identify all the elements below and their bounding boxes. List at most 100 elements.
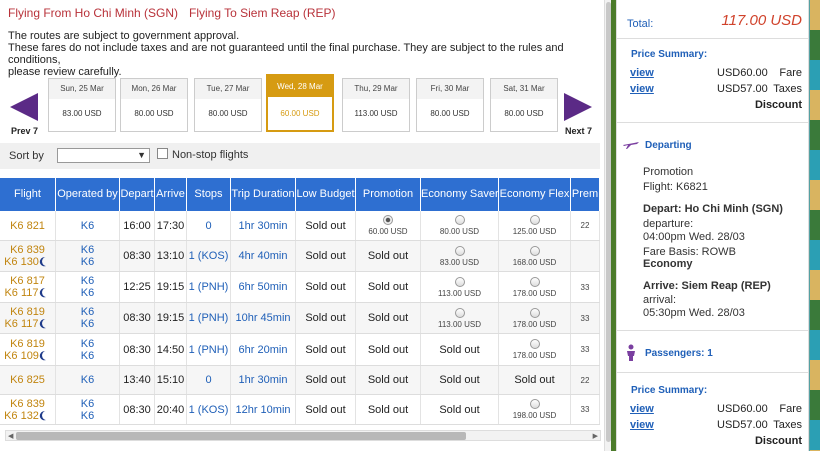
table-row: K6 825 K6 13:40 15:10 0 1hr 30min Sold out Sold…	[0, 366, 600, 395]
date-label: Sat, 31 Mar	[491, 79, 557, 99]
background-strip	[810, 0, 820, 451]
flight-number[interactable]: K6 819	[10, 338, 45, 350]
note-line: These fares do not include taxes and are…	[8, 42, 564, 66]
next-7-button[interactable]: Next 7	[560, 78, 604, 136]
discount-label-2: Discount	[754, 435, 802, 447]
operator: K6	[80, 318, 95, 330]
premium-price: 33	[580, 282, 590, 292]
flight-number[interactable]: K6 130	[4, 256, 39, 268]
passengers-label: Passengers: 1	[645, 348, 713, 359]
trip-duration[interactable]: 1hr 30min	[239, 374, 288, 386]
stops[interactable]: 1 (KOS)	[189, 250, 229, 262]
date-price: 113.00 USD	[354, 109, 398, 118]
flight-number[interactable]: K6 117	[4, 287, 38, 299]
flight-number[interactable]: K6 821	[10, 220, 45, 232]
fare-radio[interactable]	[529, 245, 540, 256]
trip-duration[interactable]: 6hr 50min	[239, 281, 288, 293]
date-price: 83.00 USD	[62, 109, 102, 118]
trip-duration[interactable]: 1hr 30min	[239, 220, 288, 232]
stops[interactable]: 1 (PNH)	[189, 344, 229, 356]
low-budget-status: Sold out	[305, 219, 346, 232]
flight-number[interactable]: K6 132	[4, 410, 39, 422]
view-taxes-link-2[interactable]: view	[630, 419, 654, 431]
fare-radio[interactable]	[383, 215, 393, 225]
departure-time: 04:00pm Wed. 28/03	[643, 231, 745, 243]
horizontal-scrollbar[interactable]: ◀ ▶	[5, 430, 601, 441]
operator: K6	[80, 275, 95, 287]
fare-radio[interactable]	[454, 276, 465, 287]
sort-by-select[interactable]: ▼	[57, 148, 150, 163]
nonstop-checkbox[interactable]	[157, 148, 168, 159]
date-card-3[interactable]: Wed, 28 Mar 60.00 USD	[266, 74, 334, 132]
low-budget-status: Sold out	[305, 281, 346, 293]
scrollbar-thumb[interactable]	[16, 432, 466, 440]
table-cell: 08:30	[120, 395, 155, 424]
fare-radio[interactable]	[454, 245, 465, 256]
stops[interactable]: 0	[205, 220, 211, 232]
fare-radio[interactable]	[529, 399, 540, 409]
table-cell: 1 (PNH)	[187, 303, 231, 333]
table-cell: K6 K6	[56, 303, 120, 333]
fare-radio[interactable]	[529, 215, 540, 225]
table-cell: 12:25	[120, 272, 155, 302]
table-cell: 6hr 20min	[231, 334, 296, 365]
table-row: K6 817 K6 117 K6 K6 12:25 19:15 1 (PNH) 6hr 50m…	[0, 272, 600, 303]
fare-radio[interactable]	[529, 339, 540, 349]
scroll-right-icon[interactable]: ▶	[593, 432, 598, 440]
total-label: Total:	[627, 18, 654, 30]
fare-radio[interactable]	[454, 215, 465, 225]
operator: K6	[80, 287, 95, 299]
stops[interactable]: 1 (KOS)	[189, 404, 229, 416]
premium-price: 33	[580, 345, 590, 354]
fare-price: 168.00 USD	[512, 257, 557, 267]
departing-title: Departing	[645, 140, 692, 151]
nonstop-label[interactable]: Non-stop flights	[172, 149, 248, 161]
table-cell: 0	[187, 211, 231, 240]
flight-number[interactable]: K6 819	[10, 306, 45, 318]
table-cell: K6 825	[0, 366, 56, 394]
flight-number[interactable]: K6 839	[10, 244, 45, 256]
stops[interactable]: 1 (PNH)	[189, 281, 229, 293]
date-card-4[interactable]: Thu, 29 Mar 113.00 USD	[342, 78, 410, 132]
fare-radio[interactable]	[529, 276, 540, 287]
flight-number[interactable]: K6 825	[10, 374, 45, 386]
vertical-scrollbar[interactable]	[604, 0, 611, 451]
stops[interactable]: 0	[205, 374, 211, 386]
sold-out-label: Sold out	[439, 374, 480, 386]
flight-number[interactable]: K6 839	[10, 398, 45, 410]
view-taxes-link[interactable]: view	[630, 83, 654, 95]
trip-duration[interactable]: 10hr 45min	[235, 312, 290, 324]
fare-radio[interactable]	[454, 307, 465, 318]
table-cell: 198.00 USD	[499, 395, 571, 424]
date-card-5[interactable]: Fri, 30 Mar 80.00 USD	[416, 78, 484, 132]
view-fare-link-2[interactable]: view	[630, 403, 654, 415]
date-card-1[interactable]: Mon, 26 Mar 80.00 USD	[120, 78, 188, 132]
sort-by-label: Sort by	[9, 150, 44, 162]
fare-radio[interactable]	[529, 307, 540, 318]
night-flight-icon	[40, 287, 52, 299]
scroll-left-icon[interactable]: ◀	[8, 432, 13, 440]
trip-duration[interactable]: 4hr 40min	[239, 250, 288, 262]
table-cell: 33	[571, 395, 600, 424]
column-header: Economy Flex	[499, 178, 571, 211]
discount-label: Discount	[754, 99, 802, 111]
date-label: Wed, 28 Mar	[268, 76, 332, 97]
view-fare-link[interactable]: view	[630, 67, 654, 79]
trip-duration[interactable]: 6hr 20min	[239, 344, 288, 356]
depart-label: Depart:	[643, 203, 682, 215]
date-card-6[interactable]: Sat, 31 Mar 80.00 USD	[490, 78, 558, 132]
column-header: Depart	[120, 178, 155, 211]
date-card-0[interactable]: Sun, 25 Mar 83.00 USD	[48, 78, 116, 132]
trip-duration[interactable]: 12hr 10min	[235, 404, 290, 416]
sold-out-label: Sold out	[367, 281, 409, 293]
flight-number[interactable]: K6 117	[4, 318, 38, 330]
low-budget-status: Sold out	[305, 250, 346, 262]
stops[interactable]: 1 (PNH)	[189, 312, 229, 324]
operator: K6	[80, 374, 95, 386]
flight-number[interactable]: K6 817	[10, 275, 45, 287]
arrive-time: 15:10	[156, 374, 185, 386]
depart-time: 08:30	[123, 403, 151, 416]
flight-number[interactable]: K6 109	[4, 350, 39, 362]
table-cell: K6	[56, 211, 120, 240]
date-card-2[interactable]: Tue, 27 Mar 80.00 USD	[194, 78, 262, 132]
